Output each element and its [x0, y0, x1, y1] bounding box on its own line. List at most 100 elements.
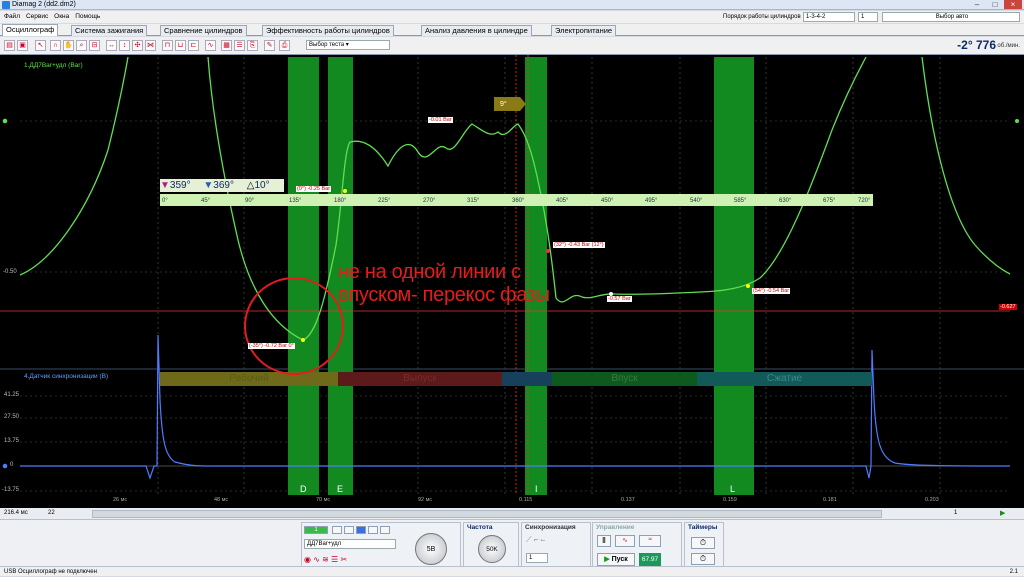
wave-icon[interactable]: ∿ — [205, 40, 216, 51]
auto-select[interactable]: Выбор авто — [882, 12, 1020, 22]
ch1-trace-left — [19, 56, 129, 276]
time-tick-1: 26 мс — [113, 497, 128, 503]
expand-v-icon[interactable]: ↕ — [119, 40, 130, 51]
ch4-y-tick-4: 0 — [10, 462, 14, 468]
ch4-y-tick-2: 27.50 — [4, 414, 20, 420]
test-select[interactable]: Выбор теста ▾ — [306, 40, 390, 50]
pause-button[interactable]: Ⅱ — [597, 535, 611, 547]
timer-1-button[interactable]: ⏱ — [691, 537, 715, 549]
annotation-1: (-35°) -0.72 Bar 0° — [248, 343, 295, 349]
cursor-icon[interactable]: ↖ — [35, 40, 46, 51]
channel-5-button[interactable] — [368, 526, 378, 534]
deg-720: 720° — [858, 198, 871, 204]
save-icon[interactable]: ▣ — [17, 40, 28, 51]
tab-oscilloscope[interactable]: Осциллограф — [2, 24, 59, 36]
time-scrollbar[interactable]: 216.4 мс 22 1 ▶ — [0, 508, 1024, 520]
magnet-icon[interactable]: ∩ — [50, 40, 61, 51]
copy-icon[interactable]: ⎘ — [247, 40, 258, 51]
app-icon — [2, 1, 10, 9]
oscilloscope-view[interactable]: 1.ДД7Ваr+удл (Ваr) 4.Датчик синхронизаци… — [0, 55, 1024, 508]
play-icon[interactable]: ▶ — [1000, 509, 1005, 517]
cursor-readout[interactable]: ▼359° ▼369° △10° — [160, 179, 284, 192]
deg-315: 315° — [467, 198, 480, 204]
deg-45: 45° — [201, 198, 211, 204]
channel-6-button[interactable] — [380, 526, 390, 534]
ch1-axis-marker[interactable] — [2, 118, 8, 124]
channel-select[interactable]: ДД7Ваr+удл — [304, 539, 396, 549]
menu-help[interactable]: Помощь — [75, 11, 100, 23]
hand-icon[interactable]: ✋ — [63, 40, 74, 51]
status-text: USB Осциллограф не подключен — [4, 569, 97, 575]
scroll-track[interactable] — [92, 510, 882, 518]
overlay-note: не на одной линии с впуском- перекос фаз… — [338, 261, 550, 306]
close-button[interactable]: × — [1004, 0, 1022, 9]
cyl-order-select[interactable]: 1-3-4-2 — [803, 12, 855, 22]
cursor-marker-icon[interactable]: ⊓ — [162, 40, 173, 51]
deg-630: 630° — [779, 198, 792, 204]
menu-windows[interactable]: Окна — [54, 11, 69, 23]
print-icon[interactable]: ⎙ — [279, 40, 290, 51]
point-marker-3 — [546, 249, 550, 253]
angle-marker-arrow — [494, 97, 526, 111]
ch4-y-tick-3: 13.75 — [4, 438, 20, 444]
channel-4-button[interactable] — [356, 526, 366, 534]
marker3-icon[interactable]: ⊏ — [188, 40, 199, 51]
wave2-view-button[interactable]: ≈ — [639, 535, 661, 547]
sync-edge-icons[interactable]: ⟋ ⌐ ⌙ — [526, 535, 545, 545]
frequency-title: Частота — [467, 524, 493, 531]
deg-585: 585° — [734, 198, 747, 204]
sync-channel-select[interactable]: 1 — [526, 553, 548, 563]
ch4-axis-marker[interactable] — [2, 463, 8, 469]
menu-file[interactable]: Файл — [4, 11, 20, 23]
tab-pressure[interactable]: Анализ давления в цилиндре — [421, 25, 532, 36]
frequency-knob[interactable]: 50K — [478, 535, 506, 563]
wave-view-button[interactable]: ∿ — [615, 535, 635, 547]
zoom-value[interactable]: 22 — [48, 510, 55, 516]
ch1-right-marker[interactable] — [1015, 119, 1019, 123]
zoom-icon[interactable]: ⌕ — [76, 40, 87, 51]
channel-1-button[interactable]: 1 — [304, 526, 328, 534]
ch1-y-tick: -0.50 — [3, 269, 17, 275]
phase-work: Рабочий — [229, 373, 269, 384]
notes-icon[interactable]: ✎ — [264, 40, 275, 51]
collapse-icon[interactable]: ⋈ — [145, 40, 156, 51]
timer-2-button[interactable]: ⏱ — [691, 553, 715, 565]
time-tick-8: 0.181 — [823, 497, 837, 503]
point-marker-5 — [746, 284, 750, 288]
cyl-order-label: Порядок работы цилиндров — [723, 14, 801, 20]
time-tick-4: 92 мс — [418, 497, 433, 503]
ch4-label: 4.Датчик синхронизации (В) — [24, 373, 109, 380]
measure-icon[interactable]: ⊟ — [89, 40, 100, 51]
menu-service[interactable]: Сервис — [26, 11, 48, 23]
probe-icons[interactable]: ◉ ∿ ≋ ☰ ✂ — [304, 555, 347, 564]
list-icon[interactable]: ☰ — [234, 40, 245, 51]
minimize-button[interactable]: – — [970, 0, 984, 9]
channel-3-button[interactable] — [344, 526, 354, 534]
cursor-1-value: 359° — [169, 180, 191, 191]
time-tick-9: 0.203 — [925, 497, 939, 503]
cyl-num-select[interactable]: 1 — [858, 12, 878, 22]
timebase-value[interactable]: 216.4 мс — [4, 510, 28, 516]
maximize-button[interactable]: □ — [988, 0, 1002, 9]
zone-d — [288, 57, 319, 495]
cursor-delta-value: 10° — [254, 180, 270, 191]
time-tick-3: 70 мс — [316, 497, 331, 503]
time-tick-7: 0.159 — [723, 497, 737, 503]
expand-h-icon[interactable]: ↔ — [106, 40, 117, 51]
open-icon[interactable]: ▤ — [4, 40, 15, 51]
range-knob[interactable]: 5В — [415, 533, 447, 565]
channel-2-button[interactable] — [332, 526, 342, 534]
table-icon[interactable]: ▦ — [221, 40, 232, 51]
tab-ignition[interactable]: Система зажигания — [71, 25, 148, 36]
fit-icon[interactable]: ✣ — [132, 40, 143, 51]
marker2-icon[interactable]: ⊔ — [175, 40, 186, 51]
tab-cyl-efficiency[interactable]: Эффективность работы цилиндров — [262, 25, 394, 36]
annotation-3: -0.01 Bar — [428, 117, 453, 123]
tab-cyl-compare[interactable]: Сравнение цилиндров — [160, 25, 247, 36]
page-number: 1 — [954, 510, 958, 516]
toolbar: ▤ ▣ ↖ ∩ ✋ ⌕ ⊟ ↔ ↕ ✣ ⋈ ⊓ ⊔ ⊏ ∿ ▦ ☰ ⎘ ✎ ⎙ … — [0, 37, 1024, 55]
phase-exhaust: Выпуск — [403, 373, 437, 384]
start-button[interactable]: ▶ Пуск — [597, 553, 635, 566]
tab-power[interactable]: Электропитание — [551, 25, 617, 36]
deg-675: 675° — [823, 198, 836, 204]
